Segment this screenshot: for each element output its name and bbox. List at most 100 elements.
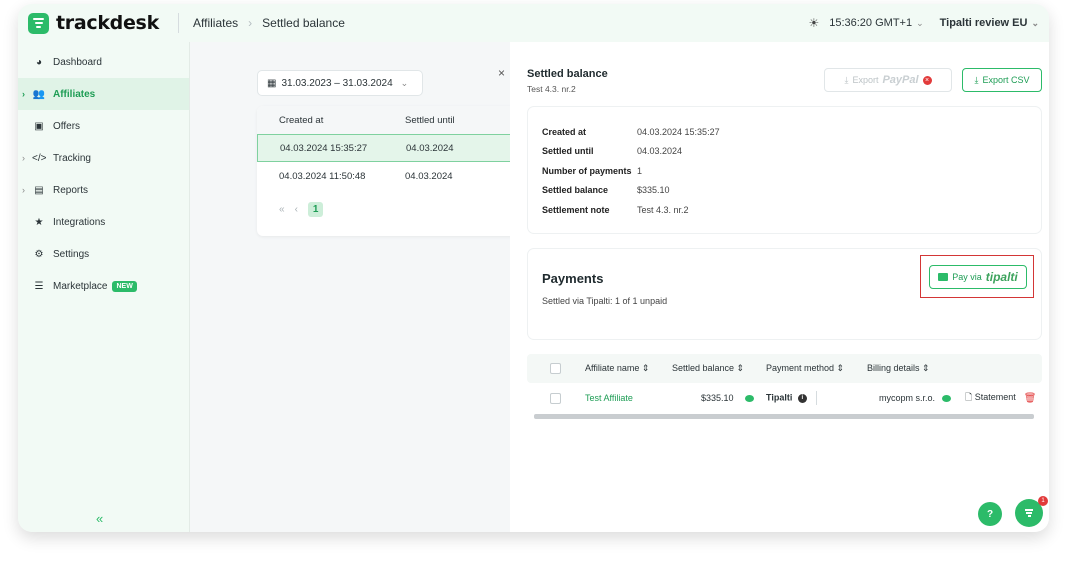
header-divider <box>178 13 179 33</box>
download-icon: ⤓ <box>974 74 979 85</box>
table-row: Test Affiliate $335.10 Tipalti i mycopm … <box>527 383 1042 413</box>
sidebar-item-tracking[interactable]: › </> Tracking <box>18 142 189 174</box>
first-page-button[interactable]: « <box>279 204 285 215</box>
pay-via-tipalti-button[interactable]: Pay via tipalti <box>929 265 1027 289</box>
cell-created-at: 04.03.2024 15:35:27 <box>280 142 368 154</box>
eye-icon[interactable] <box>941 395 951 403</box>
new-badge: NEW <box>112 280 137 292</box>
detail-row: Number of payments 1 <box>528 161 1041 181</box>
tipalti-logo: tipalti <box>985 270 1018 284</box>
trackdesk-logo-icon <box>28 12 49 34</box>
column-created-at[interactable]: Created at <box>257 115 405 126</box>
sidebar-item-label: Integrations <box>53 216 106 228</box>
detail-label: Created at <box>542 126 587 137</box>
detail-row: Settlement note Test 4.3. nr.2 <box>528 200 1041 220</box>
cell-settled-until: 04.03.2024 <box>405 170 453 182</box>
affiliate-link[interactable]: Test Affiliate <box>585 393 672 403</box>
sidebar-item-dashboard[interactable]: ◕ Dashboard <box>18 46 189 78</box>
detail-label: Number of payments <box>542 165 632 176</box>
export-label: Export <box>852 75 879 85</box>
time-selector[interactable]: 15:36:20 GMT+1 ⌄ <box>829 17 923 29</box>
header-right: ☀ 15:36:20 GMT+1 ⌄ Tipalti review EU ⌄ <box>808 16 1049 30</box>
pay-via-highlight-box: Pay via tipalti <box>920 255 1034 298</box>
sidebar-item-integrations[interactable]: ★ Integrations <box>18 206 189 238</box>
trackdesk-logo-icon <box>1024 509 1034 517</box>
table-row[interactable]: 04.03.2024 11:50:48 04.03.2024 <box>257 162 517 190</box>
sidebar-item-reports[interactable]: › ▤ Reports <box>18 174 189 206</box>
select-all-checkbox[interactable] <box>550 363 561 374</box>
delete-icon[interactable]: 🗑 <box>1024 393 1037 404</box>
theme-sun-icon[interactable]: ☀ <box>808 16 819 30</box>
calendar-icon: ▦ <box>267 77 277 89</box>
export-paypal-button[interactable]: ⤓ Export PayPal × <box>824 68 952 92</box>
sidebar-item-label: Offers <box>53 120 81 132</box>
paypal-logo: PayPal <box>882 74 919 86</box>
help-button[interactable]: ? <box>978 502 1002 526</box>
org-name: Tipalti review EU <box>939 17 1028 29</box>
sidebar-item-offers[interactable]: ▣ Offers <box>18 110 189 142</box>
settlement-details: Created at 04.03.2024 15:35:27 Settled un… <box>527 106 1042 234</box>
billing-cell: mycopm s.r.o. <box>867 393 957 403</box>
balance-value: $335.10 <box>700 393 734 403</box>
top-header: trackdesk Affiliates › Settled balance ☀… <box>18 4 1049 42</box>
sidebar-item-marketplace[interactable]: ☰ Marketplace NEW <box>18 270 189 302</box>
chevron-right-icon: › <box>22 89 25 99</box>
gear-icon: ⚙ <box>34 248 44 260</box>
detail-value: Test 4.3. nr.2 <box>637 204 689 215</box>
sidebar-item-settings[interactable]: ⚙ Settings <box>18 238 189 270</box>
prev-page-button[interactable]: ‹ <box>295 204 298 215</box>
detail-value: 1 <box>637 165 643 176</box>
info-icon[interactable]: i <box>797 393 807 403</box>
detail-label: Settlement note <box>542 204 610 215</box>
page-number-button[interactable]: 1 <box>307 202 324 217</box>
row-checkbox[interactable] <box>550 392 561 404</box>
column-settled-balance[interactable]: Settled balance ⇕ <box>672 363 766 374</box>
payments-card: Payments Settled via Tipalti: 1 of 1 unp… <box>527 248 1042 340</box>
time-text: 15:36:20 GMT+1 <box>829 17 913 29</box>
column-settled-until[interactable]: Settled until <box>405 115 455 126</box>
chevron-right-icon: › <box>22 185 25 195</box>
breadcrumb-affiliates[interactable]: Affiliates <box>193 16 238 30</box>
settlements-list-area: ▦ 31.03.2023 – 31.03.2024 ⌄ × Created at… <box>190 42 517 532</box>
sidebar-item-affiliates[interactable]: › 👥 Affiliates <box>18 78 189 110</box>
code-icon: </> <box>32 152 47 164</box>
cell-settled-until: 04.03.2024 <box>406 142 454 154</box>
export-csv-button[interactable]: ⤓ Export CSV <box>962 68 1042 92</box>
detail-row: Settled balance $335.10 <box>528 181 1041 201</box>
pagination: « ‹ 1 <box>257 202 517 217</box>
sidebar-item-label: Dashboard <box>53 56 102 68</box>
marketplace-icon: ☰ <box>34 280 44 292</box>
logo-text: trackdesk <box>56 12 159 34</box>
app-window: trackdesk Affiliates › Settled balance ☀… <box>18 4 1049 532</box>
sidebar-item-label: Tracking <box>53 152 91 164</box>
horizontal-scrollbar[interactable] <box>534 414 1034 419</box>
notification-badge: 1 <box>1038 496 1048 506</box>
pay-via-label: Pay via <box>952 272 982 282</box>
date-range-text: 31.03.2023 – 31.03.2024 <box>281 77 393 89</box>
balance-cell: $335.10 <box>672 393 766 403</box>
column-billing-details[interactable]: Billing details ⇕ <box>867 363 957 374</box>
sidebar-item-label: Settings <box>53 248 90 260</box>
detail-label: Settled until <box>542 146 594 157</box>
date-range-picker[interactable]: ▦ 31.03.2023 – 31.03.2024 ⌄ <box>257 70 423 96</box>
column-affiliate-name[interactable]: Affiliate name ⇕ <box>585 363 672 374</box>
collapse-sidebar-button[interactable]: « <box>96 511 103 526</box>
eye-icon[interactable] <box>745 395 754 403</box>
logo[interactable]: trackdesk <box>18 12 178 34</box>
chevron-down-icon: ⌄ <box>916 18 924 28</box>
sidebar-item-label: Affiliates <box>53 88 96 100</box>
statement-link[interactable]: 🗋 Statement <box>965 390 1016 406</box>
org-selector[interactable]: Tipalti review EU ⌄ <box>940 17 1039 29</box>
payments-table-header: Affiliate name ⇕ Settled balance ⇕ Payme… <box>527 354 1042 383</box>
chevron-right-icon: › <box>22 153 25 163</box>
payments-title: Payments <box>542 271 604 286</box>
close-panel-button[interactable]: × <box>498 66 505 80</box>
cash-icon <box>938 273 949 281</box>
column-payment-method[interactable]: Payment method ⇕ <box>766 363 867 374</box>
export-csv-label: Export CSV <box>982 75 1030 85</box>
statement-label: Statement <box>974 392 1016 402</box>
method-cell: Tipalti i <box>766 391 867 405</box>
payments-table: Affiliate name ⇕ Settled balance ⇕ Payme… <box>527 354 1042 424</box>
table-row[interactable]: 04.03.2024 15:35:27 04.03.2024 <box>257 134 517 162</box>
billing-value: mycopm s.r.o. <box>879 393 936 403</box>
